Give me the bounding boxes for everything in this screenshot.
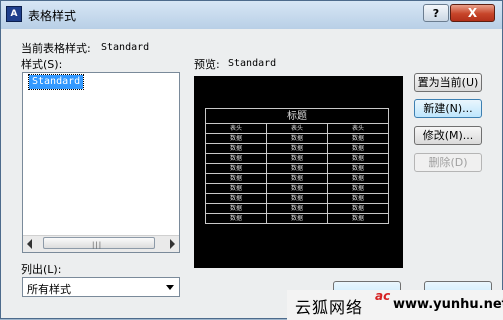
dialog-body: 当前表格样式: Standard 样式(S): Standard ||| 列出(… <box>5 29 498 316</box>
preview-data-cell: 数据 <box>205 203 267 214</box>
new-button[interactable]: 新建(N)... <box>414 99 482 118</box>
preview-data-cell: 数据 <box>266 213 328 224</box>
preview-data-cell: 数据 <box>205 153 267 164</box>
preview-style-name: Standard <box>228 58 277 69</box>
watermark-text: 云狐网络 <box>295 298 364 317</box>
preview-data-cell: 数据 <box>266 193 328 204</box>
watermark-url: www.yunhu.net <box>393 297 503 312</box>
preview-table: 标题 表头 表头 表头 数据 数据 数据 数据 数据 数据 数据 数据 数据 数据 数据 数据 … <box>205 108 389 224</box>
preview-data-cell: 数据 <box>327 143 389 154</box>
preview-data-cell: 数据 <box>327 183 389 194</box>
preview-header-cell: 表头 <box>205 123 267 134</box>
preview-data-cell: 数据 <box>205 143 267 154</box>
table-preview: 标题 表头 表头 表头 数据 数据 数据 数据 数据 数据 数据 数据 数据 数据 数据 数据 … <box>194 76 403 268</box>
watermark-banner: 云狐网络 ac www.yunhu.net <box>287 289 503 320</box>
preview-data-cell: 数据 <box>266 183 328 194</box>
table-style-dialog: A 表格样式 ? X 当前表格样式: Standard 样式(S): Stand… <box>0 0 503 320</box>
title-bar[interactable]: A 表格样式 ? X <box>1 1 502 29</box>
preview-data-cell: 数据 <box>327 163 389 174</box>
close-button[interactable]: X <box>450 4 495 22</box>
preview-data-cell: 数据 <box>266 173 328 184</box>
list-filter-label: 列出(L): <box>21 263 62 276</box>
current-style-value: Standard <box>101 42 150 53</box>
preview-data-cell: 数据 <box>266 153 328 164</box>
modify-button[interactable]: 修改(M)... <box>414 126 482 145</box>
styles-list[interactable]: Standard ||| <box>22 72 180 253</box>
preview-data-cell: 数据 <box>205 133 267 144</box>
list-item-standard[interactable]: Standard <box>27 74 85 90</box>
app-icon: A <box>6 6 22 22</box>
horizontal-scrollbar[interactable]: ||| <box>23 235 179 252</box>
preview-data-cell: 数据 <box>205 183 267 194</box>
preview-data-cell: 数据 <box>205 163 267 174</box>
scroll-left-icon[interactable] <box>27 239 32 249</box>
list-filter-select[interactable]: 所有样式 <box>22 277 180 297</box>
preview-data-cell: 数据 <box>327 193 389 204</box>
watermark-logo: ac <box>375 289 391 303</box>
preview-table-title: 标题 <box>205 108 389 124</box>
preview-data-cell: 数据 <box>327 173 389 184</box>
preview-data-cell: 数据 <box>205 173 267 184</box>
preview-header-cell: 表头 <box>327 123 389 134</box>
delete-button[interactable]: 删除(D) <box>414 153 482 172</box>
preview-data-cell: 数据 <box>266 163 328 174</box>
current-style-label: 当前表格样式: <box>21 42 91 55</box>
preview-data-cell: 数据 <box>266 133 328 144</box>
set-current-button[interactable]: 置为当前(U) <box>414 73 482 92</box>
preview-data-cell: 数据 <box>266 203 328 214</box>
preview-data-cell: 数据 <box>327 203 389 214</box>
preview-data-cell: 数据 <box>327 133 389 144</box>
dropdown-arrow-icon[interactable] <box>166 285 174 290</box>
preview-label: 预览: <box>194 58 220 71</box>
preview-header-cell: 表头 <box>266 123 328 134</box>
preview-data-cell: 数据 <box>205 213 267 224</box>
list-filter-value: 所有样式 <box>27 283 71 296</box>
styles-label: 样式(S): <box>21 58 63 71</box>
preview-data-cell: 数据 <box>327 153 389 164</box>
dialog-title: 表格样式 <box>28 9 77 23</box>
help-button[interactable]: ? <box>423 4 449 22</box>
preview-data-cell: 数据 <box>327 213 389 224</box>
preview-data-cell: 数据 <box>205 193 267 204</box>
preview-data-cell: 数据 <box>266 143 328 154</box>
scrollbar-thumb[interactable]: ||| <box>43 237 155 249</box>
scroll-right-icon[interactable] <box>170 239 175 249</box>
